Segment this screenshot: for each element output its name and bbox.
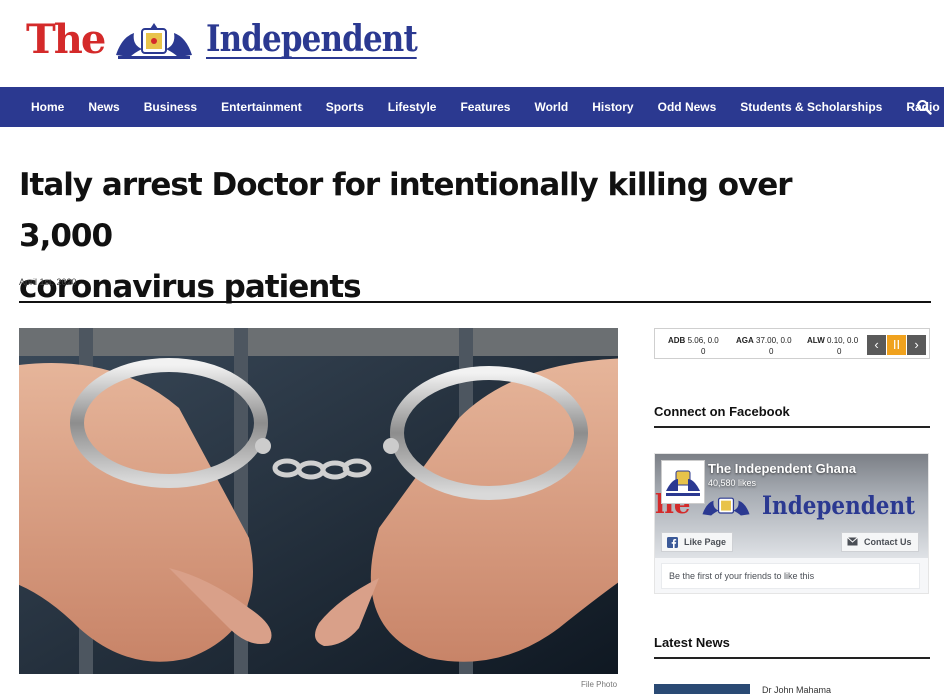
envelope-icon [847,537,858,546]
ticker-value: 37.00, 0.0 [756,336,792,345]
nav-item-features[interactable]: Features [448,87,522,127]
nav-item-news[interactable]: News [76,87,131,127]
nav-item-odd-news[interactable]: Odd News [646,87,729,127]
nav-item-students-scholarships[interactable]: Students & Scholarships [728,87,894,127]
page-avatar-icon [662,461,704,503]
masthead: The Independent [0,0,944,87]
ticker-item: ALW 0.10, 0.0 0 [807,335,858,357]
ticker-controls: ‹ II › [866,335,926,355]
article-headline: Italy arrest Doctor for intentionally ki… [19,160,879,313]
handcuffed-hands-image [19,328,618,674]
ticker-value: 5.06, 0.0 [687,336,719,345]
logo-the-text: The [26,16,106,63]
search-icon[interactable] [916,99,932,115]
facebook-page-widget: he Independent The Independent Ghana 40,… [654,453,929,594]
nav-menu: Home News Business Entertainment Sports Lifes… [0,87,944,127]
ticker-change: 0 [837,347,842,356]
ticker-pause-button[interactable]: II [887,335,906,355]
nav-item-history[interactable]: History [580,87,645,127]
sidebar-divider [654,426,930,428]
nav-item-world[interactable]: World [522,87,580,127]
stock-ticker: ADB 5.06, 0.0 0 AGA 37.00, 0.0 0 ALW 0.1… [654,328,930,359]
ticker-symbol: ALW [807,336,825,345]
cover-logo-wordmark: Independent [762,490,916,520]
logo-wordmark: Independent [206,18,418,60]
contact-us-label: Contact Us [864,537,912,547]
connect-facebook-heading: Connect on Facebook [654,404,790,419]
coat-of-arms-icon [116,23,193,59]
ticker-change: 0 [769,347,774,356]
sidebar-divider [654,657,930,659]
image-caption: File Photo [581,680,618,689]
facebook-icon [667,537,678,548]
facebook-cover-image: he Independent The Independent Ghana 40,… [655,454,928,558]
ticker-item: ADB 5.06, 0.0 0 [668,335,719,357]
headline-divider [19,301,931,303]
nav-item-lifestyle[interactable]: Lifestyle [376,87,449,127]
facebook-like-count: 40,580 likes [708,478,757,488]
ticker-item: AGA 37.00, 0.0 0 [736,335,792,357]
main-navigation: Home News Business Entertainment Sports Lifes… [0,87,944,127]
headline-line-1: Italy arrest Doctor for intentionally ki… [19,167,793,254]
latest-news-thumbnail[interactable] [654,684,750,694]
nav-item-entertainment[interactable]: Entertainment [209,87,314,127]
headline-line-2: coronavirus patients [19,269,362,305]
contact-us-button[interactable]: Contact Us [841,532,919,552]
nav-item-business[interactable]: Business [132,87,209,127]
latest-news-link[interactable]: Dr John Mahama [762,685,831,695]
article-date: April 1st, 2020 [19,277,77,287]
like-page-label: Like Page [684,537,727,547]
ticker-symbol: ADB [668,336,686,345]
coat-of-arms-icon [702,497,750,516]
like-page-button[interactable]: Like Page [661,532,734,552]
article-hero-image [19,328,618,674]
ticker-change: 0 [701,347,706,356]
nav-item-home[interactable]: Home [0,87,76,127]
ticker-symbol: AGA [736,336,754,345]
site-logo[interactable]: The Independent [26,16,452,64]
facebook-page-avatar[interactable] [661,460,705,504]
ticker-value: 0.10, 0.0 [827,336,859,345]
latest-news-heading: Latest News [654,635,730,650]
facebook-friends-text: Be the first of your friends to like thi… [661,563,920,589]
facebook-page-name[interactable]: The Independent Ghana [708,461,856,476]
ticker-next-button[interactable]: › [907,335,926,355]
nav-item-sports[interactable]: Sports [314,87,376,127]
ticker-prev-button[interactable]: ‹ [867,335,886,355]
